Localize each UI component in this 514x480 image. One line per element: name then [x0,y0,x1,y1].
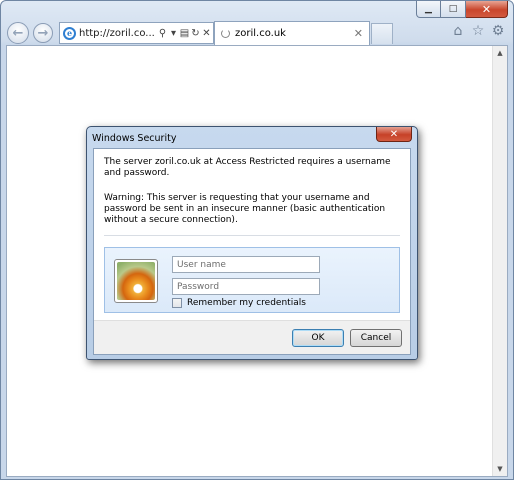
close-icon: ✕ [389,128,399,140]
vertical-scrollbar[interactable]: ▲ ▼ [492,46,507,476]
command-icons: ⌂ ☆ ⚙ [451,23,505,39]
remember-credentials[interactable]: Remember my credentials [172,298,306,308]
new-tab-button[interactable] [371,23,393,44]
address-bar[interactable]: e http://zoril.co.... ⚲ ▾ ▤ ↻ ✕ [59,22,214,44]
remember-label: Remember my credentials [187,298,306,308]
remember-checkbox[interactable] [172,298,182,308]
close-button[interactable]: ✕ [466,1,508,18]
auth-warning: Warning: This server is requesting that … [104,193,386,225]
ok-button[interactable]: OK [292,329,344,347]
maximize-button[interactable]: □ [441,1,466,18]
windows-security-dialog: Windows Security ✕ The server zoril.co.u… [86,126,418,360]
ie-logo-icon: e [63,26,76,40]
back-arrow-icon: ← [12,25,24,41]
address-url[interactable]: http://zoril.co.... [79,28,155,39]
flower-avatar-icon [117,262,155,300]
dialog-title: Windows Security [92,133,177,144]
dialog-footer: OK Cancel [94,320,410,354]
minimize-button[interactable]: ▁ [416,1,441,18]
forward-arrow-icon: → [37,25,49,41]
tab-title: zoril.co.uk [235,28,286,39]
dialog-body: The server zoril.co.uk at Access Restric… [93,148,411,355]
username-field[interactable]: User name [172,256,320,273]
window-caption-buttons: ▁ □ ✕ [416,1,508,19]
username-placeholder: User name [177,259,226,270]
credential-tile[interactable]: User name Password Remember my credentia… [104,247,400,313]
navigation-bar: ← → e http://zoril.co.... ⚲ ▾ ▤ ↻ ✕ zori… [7,21,507,45]
forward-button[interactable]: → [33,23,53,43]
refresh-icon[interactable]: ↻ [190,28,201,39]
home-icon[interactable]: ⌂ [451,23,465,39]
dropdown-icon[interactable]: ▾ [168,28,179,39]
back-button[interactable]: ← [7,22,29,44]
stop-icon[interactable]: ✕ [201,28,212,39]
dialog-close-button[interactable]: ✕ [376,127,412,142]
scroll-down-icon[interactable]: ▼ [493,462,507,476]
compat-view-icon[interactable]: ▤ [179,28,190,39]
tab-close-icon[interactable]: ✕ [354,27,363,40]
cancel-button[interactable]: Cancel [350,329,402,347]
auth-message: The server zoril.co.uk at Access Restric… [104,157,391,178]
user-avatar [114,259,158,303]
scroll-up-icon[interactable]: ▲ [493,46,507,60]
divider [104,235,400,236]
password-placeholder: Password [177,281,220,292]
tab-active[interactable]: zoril.co.uk ✕ [214,21,370,45]
favorites-star-icon[interactable]: ☆ [471,23,485,39]
search-icon[interactable]: ⚲ [157,28,168,39]
password-field[interactable]: Password [172,278,320,295]
loading-spinner-icon [221,29,230,38]
tools-gear-icon[interactable]: ⚙ [491,23,505,39]
